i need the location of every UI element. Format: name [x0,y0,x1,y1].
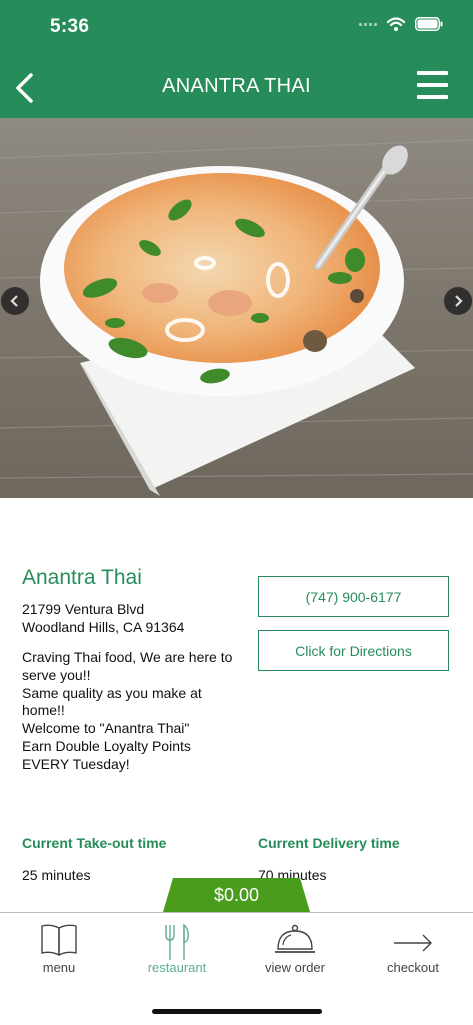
address-line: 21799 Ventura Blvd [22,601,145,617]
carousel-next-button[interactable] [444,287,472,315]
fork-knife-icon [165,923,189,960]
tab-label: restaurant [147,960,207,975]
page-title: ANANTRA THAI [162,75,311,97]
wifi-icon [387,17,405,31]
chevron-left-icon [10,295,18,307]
cloche-icon [275,924,315,953]
hero-image [0,118,473,498]
chevron-right-icon [455,295,463,307]
description-line: serve you!! [22,666,91,683]
battery-icon [415,17,443,31]
status-icons [359,17,443,31]
hamburger-menu-button[interactable] [417,71,448,99]
description-line: Earn Double Loyalty Points [22,737,191,754]
directions-button[interactable]: Click for Directions [258,630,449,671]
carousel-prev-button[interactable] [1,287,29,315]
description-line: home!! [22,702,65,719]
tab-label: menu [42,960,76,975]
food-photo [0,118,473,498]
address-line: Woodland Hills, CA 91364 [22,619,185,635]
tab-label: checkout [386,960,440,975]
hamburger-icon [417,71,448,75]
takeout-time-value: 25 minutes [22,867,91,883]
cart-total[interactable]: $0.00 [163,878,310,912]
restaurant-address: 21799 Ventura Blvd Woodland Hills, CA 91… [22,600,184,636]
description-line: Same quality as you make at [22,684,202,701]
phone-button[interactable]: (747) 900-6177 [258,576,449,617]
restaurant-name: Anantra Thai [22,566,142,589]
signal-icon [359,22,377,26]
home-indicator [152,1009,322,1014]
app-header: 5:36 ANANTRA THAI [0,0,473,118]
delivery-time-label: Current Delivery time [258,835,400,851]
description-line: EVERY Tuesday! [22,755,130,772]
status-time: 5:36 [50,16,90,37]
arrow-right-icon [394,934,432,952]
restaurant-description: Craving Thai food, We are here to serve … [22,649,242,774]
book-icon [41,924,77,957]
takeout-time-label: Current Take-out time [22,835,167,851]
description-line: Welcome to "Anantra Thai" [22,720,190,737]
tab-label: view order [265,960,325,975]
description-line: Craving Thai food, We are here to [22,649,233,665]
